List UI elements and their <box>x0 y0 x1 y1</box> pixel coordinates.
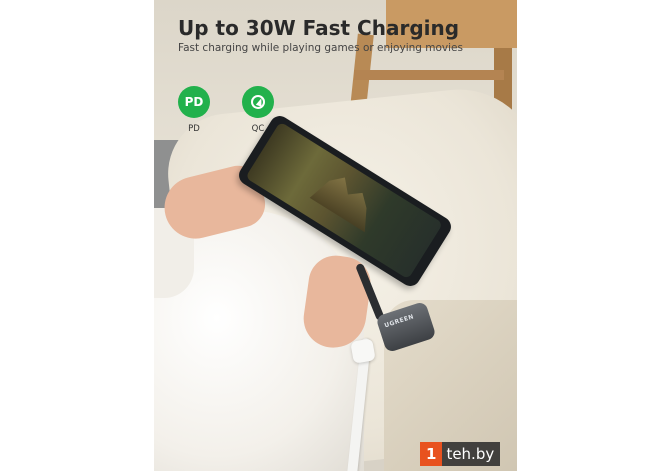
pd-label: PD <box>188 124 200 134</box>
watermark-text: teh.by <box>442 442 501 466</box>
charging-plug <box>350 338 376 364</box>
product-photo: UGREEN <box>154 0 517 471</box>
subheadline: Fast charging while playing games or enj… <box>178 42 463 54</box>
quick-charge-icon <box>242 86 274 118</box>
headline: Up to 30W Fast Charging <box>178 16 460 40</box>
pd-symbol: PD <box>184 95 204 109</box>
pd-badge: PD PD <box>176 86 212 134</box>
qc-badge: QC <box>240 86 276 134</box>
pd-badge-icon: PD <box>178 86 210 118</box>
watermark-logo: 1 <box>420 442 443 466</box>
watermark: 1 teh.by <box>420 442 530 466</box>
lightning-circle-icon <box>251 95 265 109</box>
chair-rail <box>354 70 504 80</box>
adapter-logo: UGREEN <box>383 313 415 330</box>
qc-label: QC <box>251 124 265 134</box>
